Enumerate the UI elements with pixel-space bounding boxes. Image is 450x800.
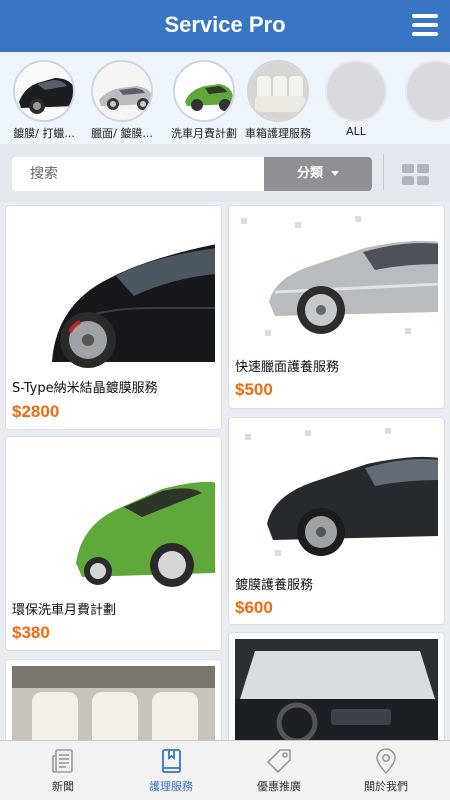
product-price: $380 — [12, 623, 50, 642]
search-input[interactable] — [12, 157, 262, 191]
product-card[interactable] — [228, 632, 445, 740]
category-filter-button[interactable]: 分類 — [264, 157, 372, 191]
bottom-tab-bar: 新聞 護理服務 優惠推廣 關於我們 — [0, 740, 450, 800]
category-filter-label: 分類 — [296, 166, 323, 181]
tab-label: 關於我們 — [364, 780, 408, 793]
product-name: 環保洗車月費計劃 — [12, 603, 117, 618]
category-all[interactable]: ALL — [315, 60, 397, 138]
product-card[interactable] — [5, 659, 222, 740]
category-label: 車箱護理服務 — [245, 127, 311, 140]
toolbar-divider — [383, 154, 384, 190]
product-card[interactable]: 鍍膜護養服務 $600 — [228, 417, 445, 625]
category-polish[interactable]: 臘面/ 鍍膜... — [81, 60, 163, 141]
product-price: $500 — [235, 380, 273, 399]
product-image-silver-car — [235, 212, 438, 346]
search-box: 分類 — [12, 157, 372, 191]
tab-label: 護理服務 — [149, 780, 193, 793]
category-thumb-placeholder — [405, 60, 450, 122]
product-image-grey-car — [235, 424, 438, 564]
category-interior[interactable]: 車箱護理服務 — [237, 60, 319, 141]
product-card[interactable]: 環保洗車月費計劃 $380 — [5, 436, 222, 651]
book-icon — [156, 746, 186, 776]
product-feed: S-Type納米結晶鍍膜服務 $2800 快速臘面護養服務 $500 環保洗車月… — [0, 202, 450, 740]
category-thumb-placeholder — [325, 60, 387, 122]
app-title: Service Pro — [164, 12, 286, 37]
product-name: S-Type納米結晶鍍膜服務 — [12, 381, 158, 396]
product-name: 快速臘面護養服務 — [235, 360, 340, 375]
product-name: 鍍膜護養服務 — [235, 578, 314, 593]
hamburger-menu-icon[interactable] — [412, 14, 438, 36]
tab-about-us[interactable]: 關於我們 — [330, 741, 442, 800]
category-strip: 鍍膜/ 打蠟... 臘面/ 鍍膜... 洗車月費計劃 車箱護理服務 ALL — [0, 52, 450, 144]
newspaper-icon — [48, 746, 78, 776]
location-pin-icon — [371, 746, 401, 776]
tag-icon — [264, 746, 294, 776]
grid-view-icon[interactable] — [402, 164, 429, 186]
category-label: 臘面/ 鍍膜... — [91, 127, 153, 140]
product-card[interactable]: 快速臘面護養服務 $500 — [228, 205, 445, 409]
category-thumb-interior — [247, 60, 309, 122]
category-wash-plan[interactable]: 洗車月費計劃 — [163, 60, 245, 141]
product-price: $2800 — [12, 402, 60, 421]
product-image-black-car — [12, 212, 215, 370]
tab-label: 優惠推廣 — [257, 780, 301, 793]
category-more[interactable] — [395, 60, 450, 125]
category-coating[interactable]: 鍍膜/ 打蠟... — [3, 60, 85, 141]
product-price: $600 — [235, 598, 273, 617]
tab-promotions[interactable]: 優惠推廣 — [223, 741, 335, 800]
category-label: ALL — [346, 125, 366, 138]
tab-label: 新聞 — [52, 780, 74, 793]
product-image-green-car — [12, 443, 215, 593]
tab-care-services[interactable]: 護理服務 — [115, 741, 227, 800]
app-header: Service Pro — [0, 0, 450, 52]
category-label: 鍍膜/ 打蠟... — [13, 127, 75, 140]
category-thumb-green-car — [173, 60, 235, 122]
tab-news[interactable]: 新聞 — [7, 741, 119, 800]
category-thumb-black-car — [13, 60, 75, 122]
category-label: 洗車月費計劃 — [171, 127, 237, 140]
chevron-down-icon — [331, 171, 339, 176]
product-image-interior-seats — [12, 666, 215, 740]
product-image-car-dashboard — [235, 639, 438, 740]
category-thumb-silver-car — [91, 60, 153, 122]
product-card[interactable]: S-Type納米結晶鍍膜服務 $2800 — [5, 205, 222, 430]
